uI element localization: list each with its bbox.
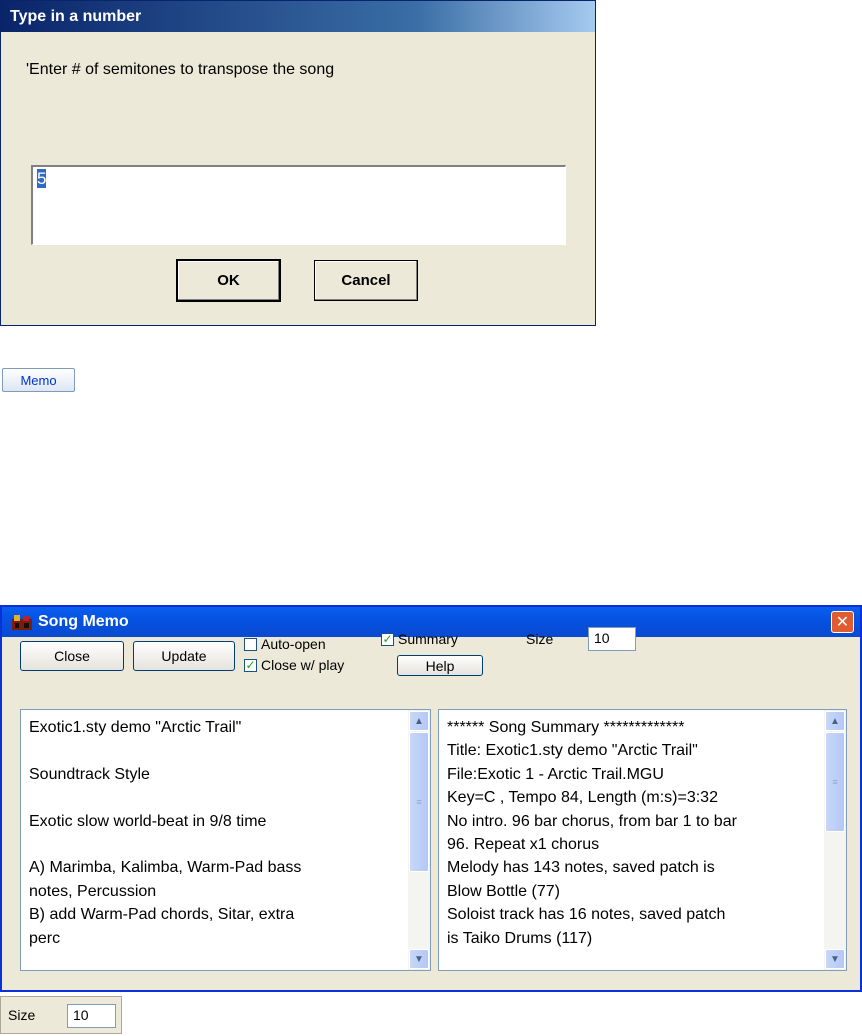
summary-text-area[interactable]: ****** Song Summary ************* Title: … bbox=[438, 709, 847, 971]
size-input[interactable]: 10 bbox=[588, 627, 636, 651]
cancel-button[interactable]: Cancel bbox=[314, 260, 418, 301]
text-line: Melody has 143 notes, saved patch is bbox=[447, 859, 715, 877]
scroll-thumb[interactable]: ≡ bbox=[825, 732, 845, 832]
close-button-label: Close bbox=[54, 648, 90, 664]
text-line: Key=C , Tempo 84, Length (m:s)=3:32 bbox=[447, 789, 718, 807]
text-line: notes, Percussion bbox=[29, 882, 157, 900]
memo-text[interactable]: Exotic1.sty demo "Arctic Trail" Soundtrac… bbox=[29, 716, 404, 950]
scroll-down-icon[interactable]: ▼ bbox=[409, 949, 429, 969]
scroll-up-icon[interactable]: ▲ bbox=[409, 711, 429, 731]
summary-text[interactable]: ****** Song Summary ************* Title: … bbox=[447, 716, 820, 950]
help-button[interactable]: Help bbox=[397, 655, 483, 676]
scroll-down-icon[interactable]: ▼ bbox=[825, 949, 845, 969]
semitones-value[interactable]: 5 bbox=[37, 169, 47, 188]
checkmark-icon[interactable]: ✓ bbox=[244, 658, 257, 672]
update-button-label: Update bbox=[161, 648, 207, 664]
scroll-thumb[interactable]: ≡ bbox=[409, 732, 429, 872]
text-line: Soloist track has 16 notes, saved patch bbox=[447, 906, 726, 924]
text-line: perc bbox=[29, 929, 61, 947]
text-line bbox=[29, 739, 404, 762]
text-line: Title: Exotic1.sty demo "Arctic Trail" bbox=[447, 742, 698, 760]
summary-label: Summary bbox=[398, 631, 458, 647]
text-line: Soundtrack Style bbox=[29, 765, 150, 783]
text-line: Exotic slow world-beat in 9/8 time bbox=[29, 812, 267, 830]
text-line: B) add Warm-Pad chords, Sitar, extra bbox=[29, 906, 295, 924]
memo-button[interactable]: Memo bbox=[2, 368, 75, 392]
memo-scrollbar[interactable]: ▲ ≡ ▼ bbox=[408, 710, 430, 970]
auto-open-checkbox-box[interactable] bbox=[244, 637, 257, 651]
update-button[interactable]: Update bbox=[133, 641, 235, 671]
prompt-label: 'Enter # of semitones to transpose the s… bbox=[26, 61, 335, 78]
window-close-icon[interactable]: ✕ bbox=[831, 611, 854, 633]
memo-text-area[interactable]: Exotic1.sty demo "Arctic Trail" Soundtrac… bbox=[20, 709, 431, 971]
text-line bbox=[29, 786, 404, 809]
text-line: File:Exotic 1 - Arctic Trail.MGU bbox=[447, 765, 664, 783]
text-line: A) Marimba, Kalimba, Warm-Pad bass bbox=[29, 859, 302, 877]
summary-scrollbar[interactable]: ▲ ≡ ▼ bbox=[824, 710, 846, 970]
size-control-input[interactable]: 10 bbox=[67, 1004, 116, 1028]
auto-open-checkbox[interactable]: Auto-open bbox=[244, 636, 326, 652]
auto-open-label: Auto-open bbox=[261, 636, 326, 652]
text-line: ****** Song Summary ************* bbox=[447, 719, 685, 736]
song-memo-window: Song Memo ✕ Close Update Auto-open ✓ Clo… bbox=[0, 605, 862, 992]
summary-checkbox[interactable]: ✓ Summary bbox=[381, 631, 458, 647]
text-line: Exotic1.sty demo "Arctic Trail" bbox=[29, 719, 242, 736]
size-control: Size 10 bbox=[0, 996, 122, 1034]
semitones-input[interactable]: 5 bbox=[31, 165, 566, 245]
transpose-dialog: Type in a number 'Enter # of semitones t… bbox=[0, 0, 596, 326]
ok-button[interactable]: OK bbox=[176, 259, 281, 302]
song-memo-title: Song Memo bbox=[38, 613, 129, 630]
text-line: 96. Repeat x1 chorus bbox=[447, 836, 600, 854]
text-line: is Taiko Drums (117) bbox=[447, 929, 593, 947]
dialog-title: Type in a number bbox=[1, 1, 595, 32]
close-with-play-checkbox[interactable]: ✓ Close w/ play bbox=[244, 657, 344, 673]
size-label: Size bbox=[526, 631, 554, 647]
checkmark-icon[interactable]: ✓ bbox=[381, 632, 394, 646]
text-line bbox=[29, 833, 404, 856]
size-control-label: Size bbox=[8, 1007, 36, 1023]
scroll-up-icon[interactable]: ▲ bbox=[825, 711, 845, 731]
band-app-icon bbox=[12, 615, 32, 630]
close-button[interactable]: Close bbox=[20, 641, 124, 671]
close-with-play-label: Close w/ play bbox=[261, 657, 345, 673]
text-line: Blow Bottle (77) bbox=[447, 882, 560, 900]
text-line: No intro. 96 bar chorus, from bar 1 to b… bbox=[447, 812, 737, 830]
